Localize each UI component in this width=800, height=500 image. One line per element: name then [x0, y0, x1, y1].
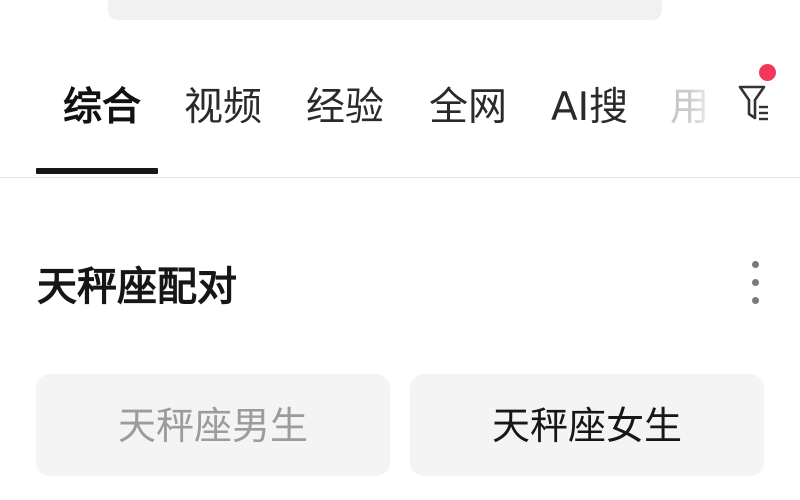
- search-results-page: 综合 视频 经验 全网 AI搜 用 天秤座配对 天秤座男生 天秤座女生: [0, 0, 800, 500]
- filter-icon: [738, 85, 768, 121]
- more-options-button[interactable]: [742, 258, 770, 312]
- tab-comprehensive[interactable]: 综合: [63, 78, 141, 138]
- tab-web[interactable]: 全网: [429, 78, 507, 138]
- tabs-divider: [0, 177, 800, 178]
- section-title: 天秤座配对: [37, 264, 237, 310]
- search-tabs: 综合 视频 经验 全网 AI搜 用: [0, 70, 800, 176]
- tab-experience[interactable]: 经验: [306, 78, 384, 138]
- active-tab-indicator: [36, 168, 158, 174]
- suggestion-chip-female[interactable]: 天秤座女生: [410, 374, 764, 476]
- notification-dot: [759, 64, 776, 81]
- tab-partial-use[interactable]: 用: [670, 78, 709, 138]
- tab-video[interactable]: 视频: [184, 78, 262, 138]
- filter-button[interactable]: [733, 60, 781, 130]
- suggestion-chip-male[interactable]: 天秤座男生: [36, 374, 390, 476]
- tab-ai-search[interactable]: AI搜: [551, 78, 628, 138]
- search-bar[interactable]: [108, 0, 662, 20]
